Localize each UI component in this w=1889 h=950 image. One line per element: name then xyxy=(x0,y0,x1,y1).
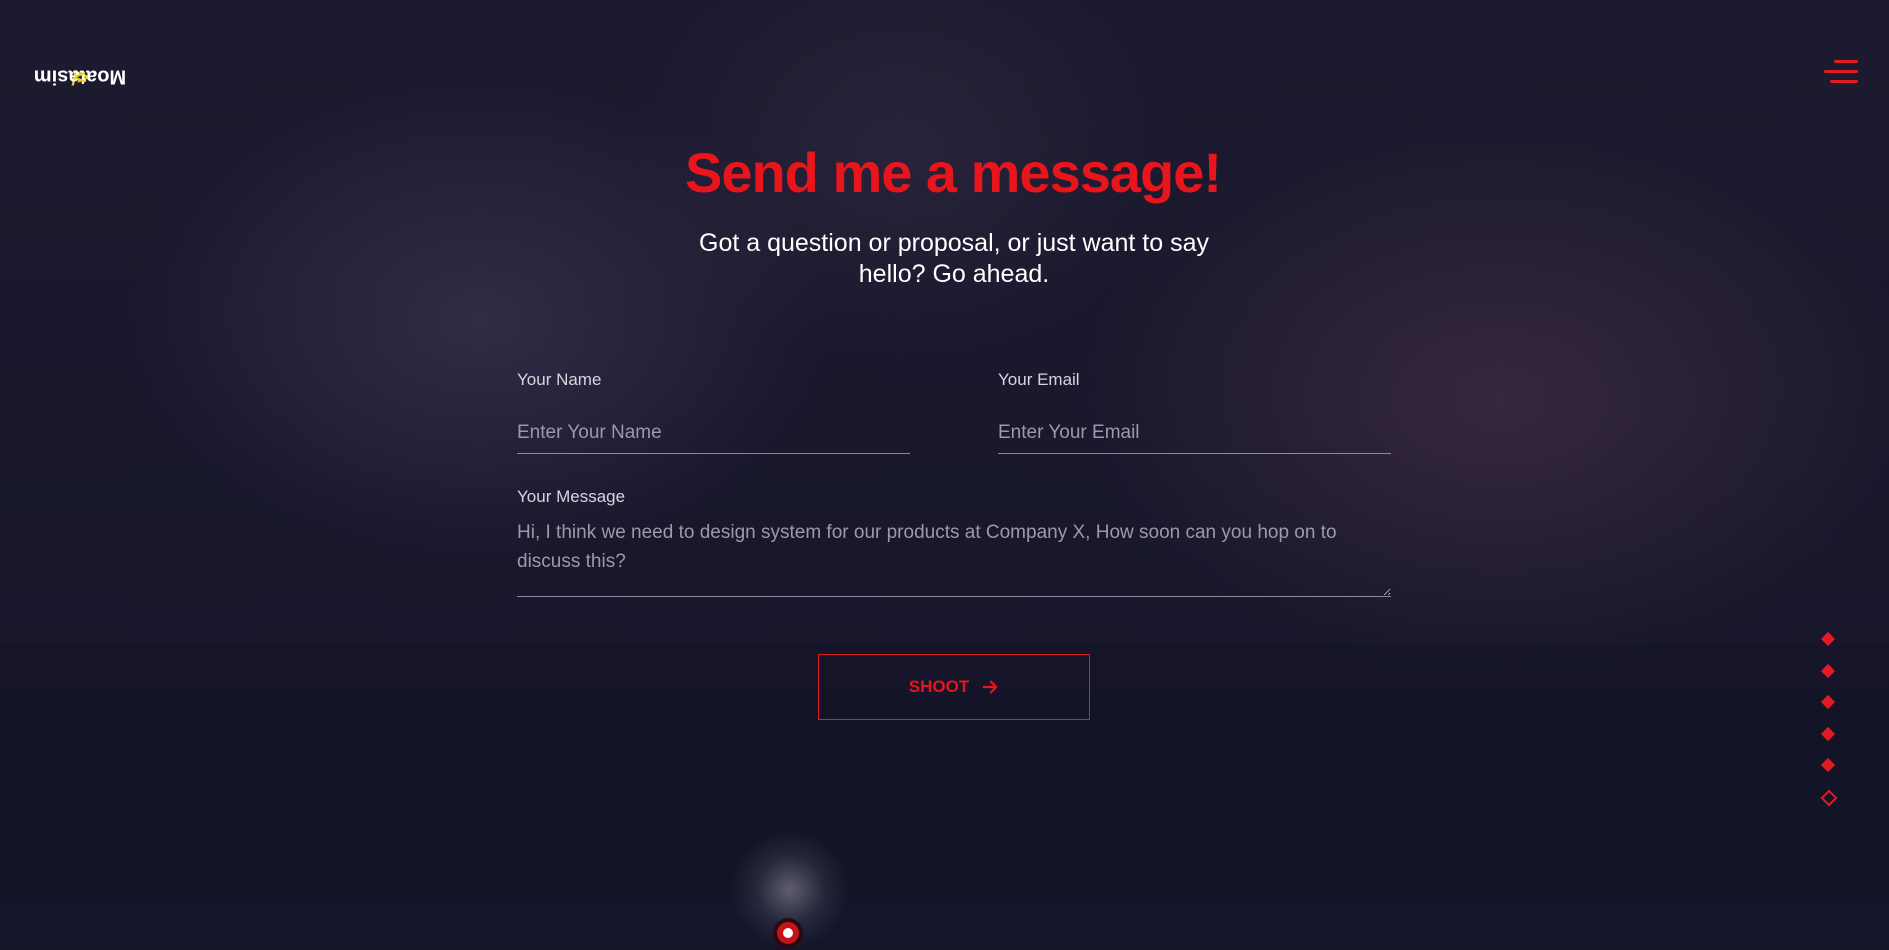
section-nav-dot[interactable] xyxy=(1820,757,1836,773)
hamburger-icon[interactable] xyxy=(1824,58,1858,88)
section-nav-dot[interactable] xyxy=(1820,631,1836,647)
section-nav-dot-active[interactable] xyxy=(1820,789,1838,806)
section-nav xyxy=(1820,631,1841,825)
logo-close-bracket: > xyxy=(74,65,86,88)
message-textarea[interactable] xyxy=(517,518,1391,597)
name-input[interactable] xyxy=(517,412,910,454)
page-title: Send me a message! xyxy=(684,141,1222,204)
name-label: Your Name xyxy=(517,370,602,389)
scroll-indicator[interactable] xyxy=(773,918,803,948)
shoot-button-label: SHOOT xyxy=(908,677,970,696)
section-nav-dot[interactable] xyxy=(1820,694,1836,710)
message-label: Your Message xyxy=(517,487,626,506)
section-nav-dot[interactable] xyxy=(1820,726,1836,741)
arrow-right-icon xyxy=(982,680,998,694)
page-subtitle: Got a question or proposal, or just want… xyxy=(699,229,1209,288)
email-label: Your Email xyxy=(998,370,1080,389)
shoot-button[interactable]: SHOOT xyxy=(818,654,1090,720)
section-nav-dot[interactable] xyxy=(1820,663,1836,678)
email-input[interactable] xyxy=(998,412,1391,454)
footer-strip xyxy=(0,903,1889,941)
site-logo[interactable]: </Moatasim > xyxy=(34,12,126,140)
